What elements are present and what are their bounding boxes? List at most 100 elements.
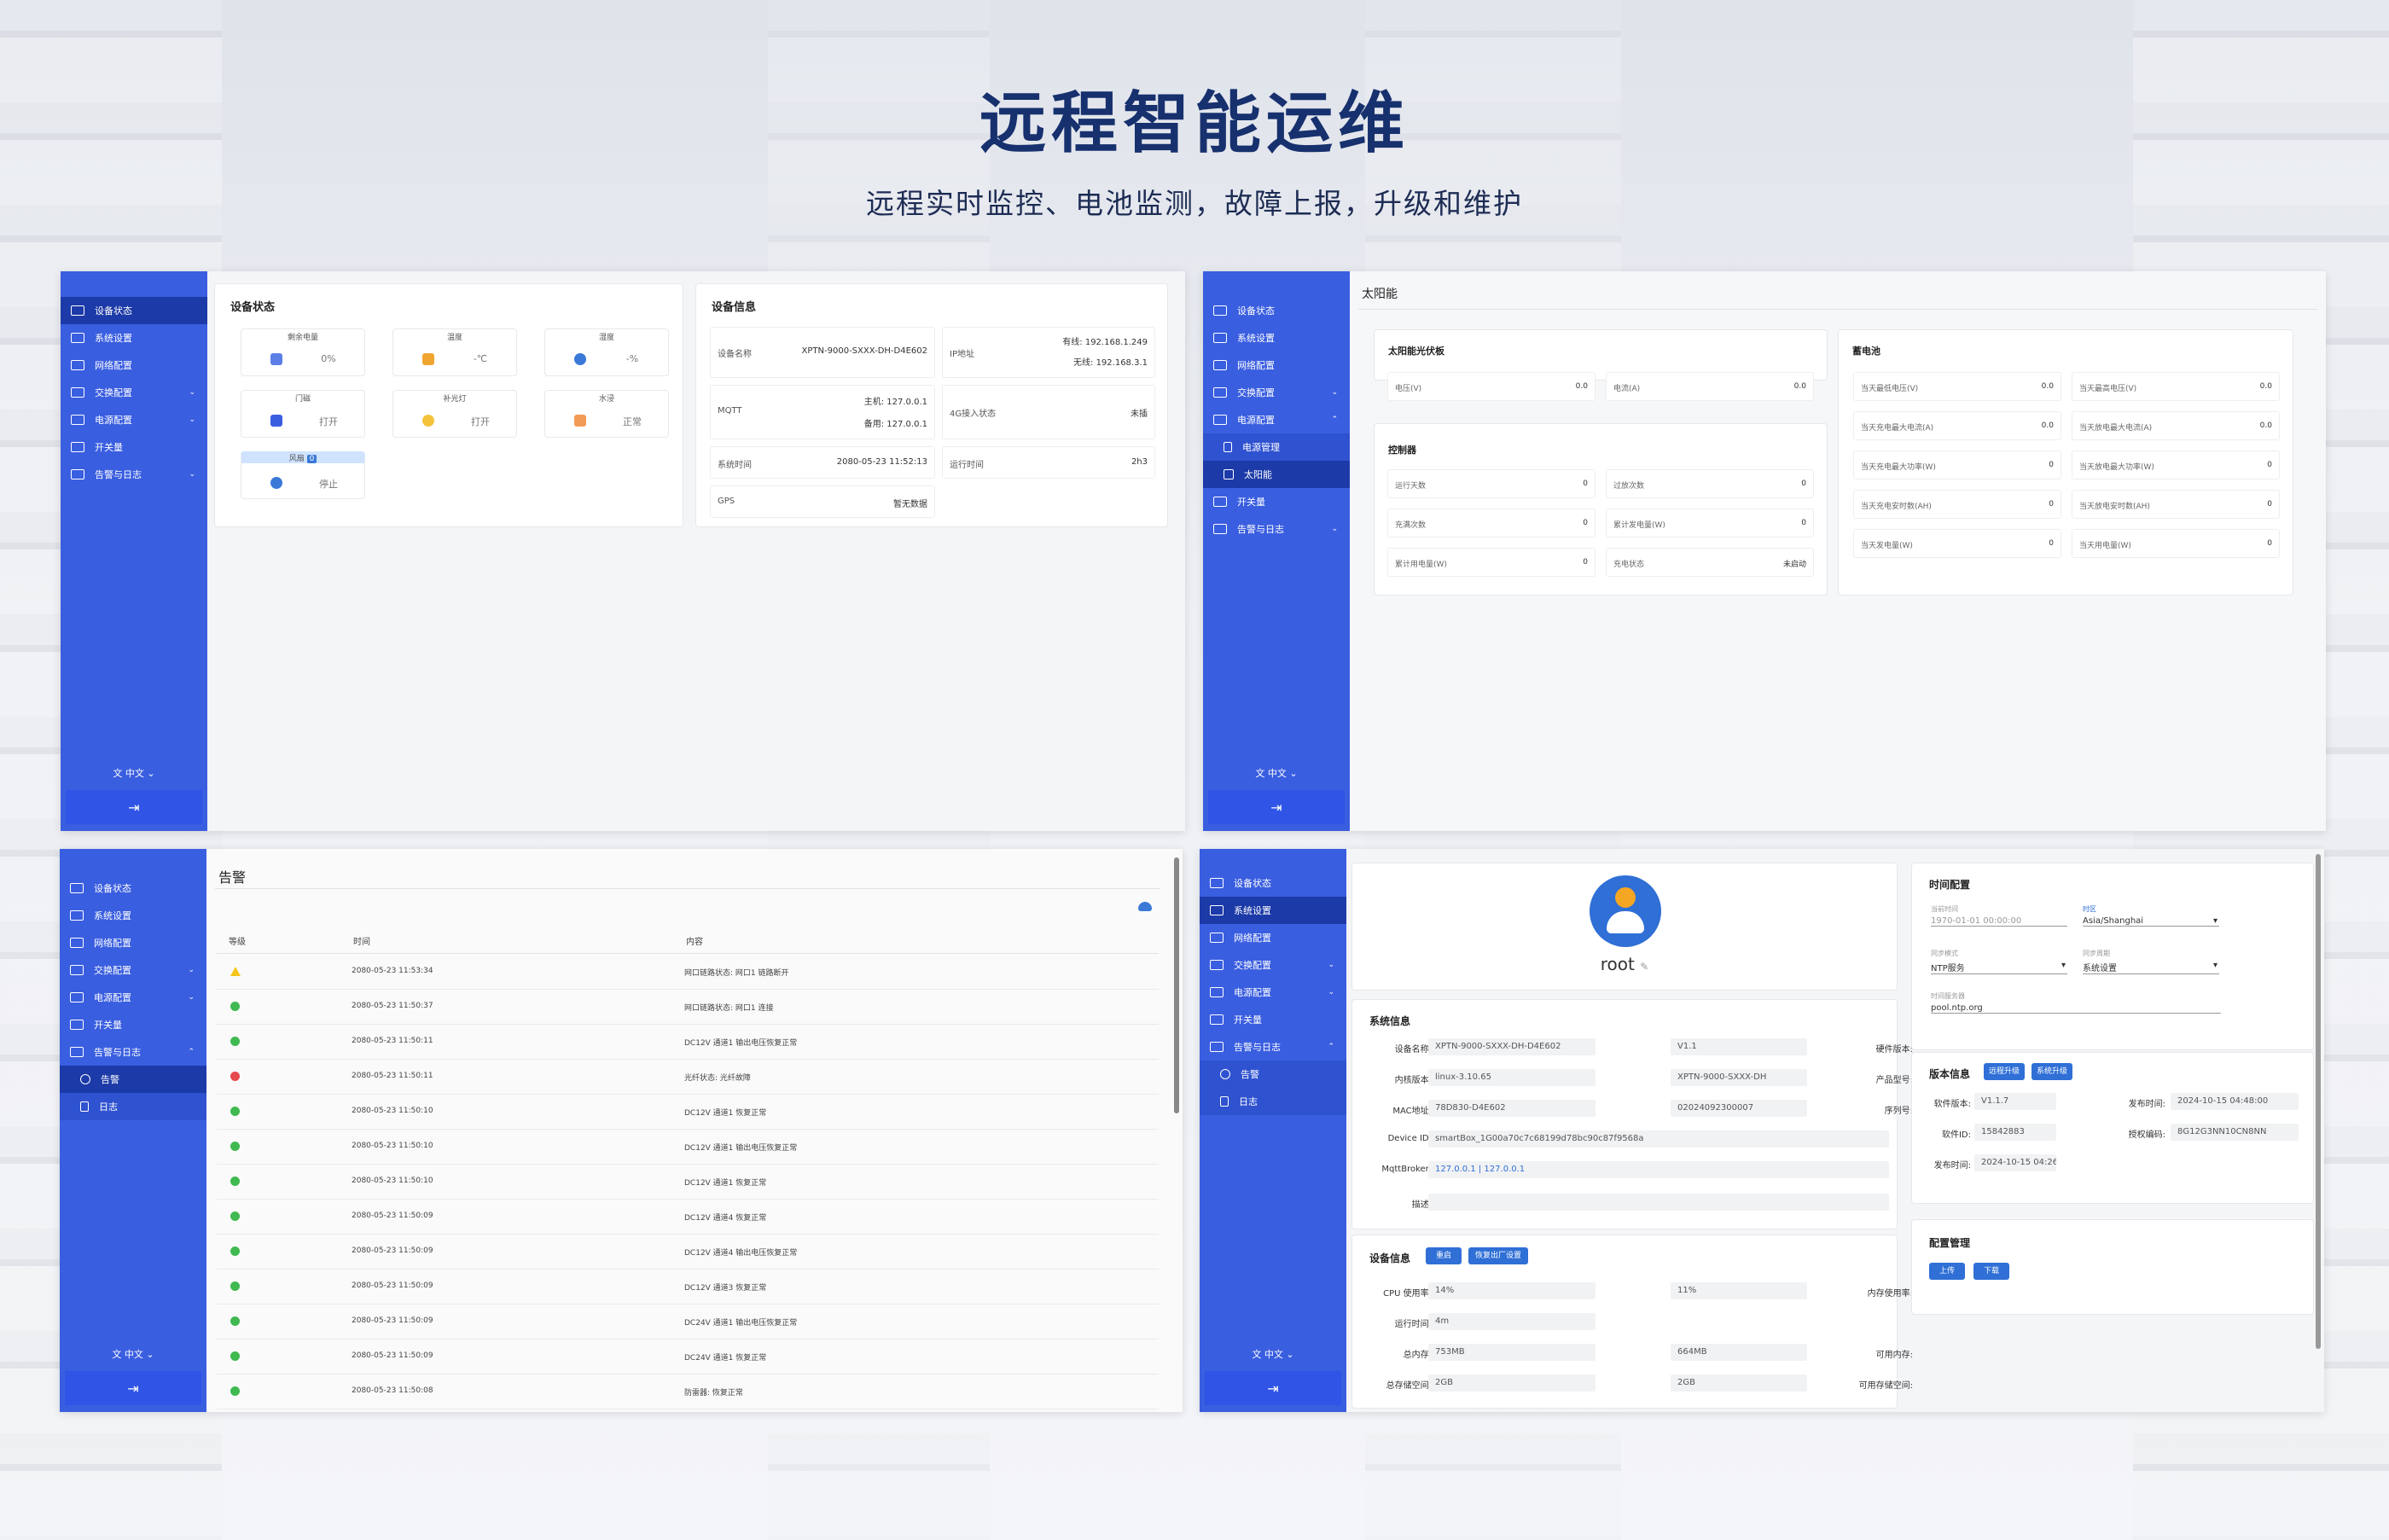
pv-current: 电流(A) 0.0: [1606, 372, 1814, 401]
ntp-server-input[interactable]: pool.ntp.org: [1931, 1003, 2221, 1014]
document-icon: [1220, 1096, 1229, 1107]
edit-icon[interactable]: ✎: [1640, 961, 1648, 973]
chevron-down-icon: ⌄: [189, 416, 195, 424]
sidebar-item-comm[interactable]: 交换配置 ⌄: [1203, 379, 1350, 406]
field-value: XPTN-9000-SXXX-DH: [1671, 1069, 1807, 1086]
sidebar-item-comm[interactable]: 交换配置 ⌄: [1200, 951, 1346, 979]
level-icon: [230, 1212, 240, 1221]
sidebar-item-alarm[interactable]: 告警与日志 ⌄: [61, 461, 207, 488]
sidebar-item-switch[interactable]: 开关量: [61, 433, 207, 461]
field-label: 授权编码:: [2128, 1130, 2165, 1140]
logout-icon: ⇥: [128, 799, 140, 816]
field-value: 127.0.0.1 | 127.0.0.1: [1428, 1161, 1889, 1178]
factory-reset-button[interactable]: 恢复出厂设置: [1468, 1247, 1528, 1264]
row-time: 2080-05-23 11:53:34: [352, 967, 433, 975]
row-content: DC12V 通道4 恢复正常: [684, 1214, 767, 1223]
tile-fan: 风扇 0 停止: [241, 451, 365, 499]
download-button[interactable]: 下载: [1973, 1263, 2009, 1280]
switch-icon: [1213, 387, 1227, 398]
metric-label: 当天放电安时数(AH): [2079, 503, 2150, 511]
system-upgrade-button[interactable]: 系统升级: [2032, 1063, 2072, 1080]
metric-label: 当天放电最大电流(A): [2079, 424, 2153, 433]
battery-icon: [270, 353, 282, 365]
upload-button[interactable]: 上传: [1929, 1263, 1965, 1280]
language-select[interactable]: 文 中文 ⌄: [61, 766, 207, 780]
field-label: MqttBroker:: [1381, 1165, 1432, 1174]
sidebar-item-comm[interactable]: 交换配置 ⌄: [61, 379, 207, 406]
toggle-icon: [71, 442, 84, 452]
sidebar-item-network[interactable]: 网络配置: [1203, 352, 1350, 379]
sidebar-item-switch[interactable]: 开关量: [60, 1011, 206, 1038]
remote-upgrade-button[interactable]: 远程升级: [1984, 1063, 2025, 1080]
table-row: 2080-05-23 11:53:34 网口链路状态: 网口1 链路断开: [217, 955, 1159, 990]
info-ip: IP地址 有线: 192.168.1.249 无线: 192.168.3.1: [942, 327, 1155, 378]
sidebar-item-solar[interactable]: 太阳能: [1203, 461, 1350, 488]
sidebar-item-switch[interactable]: 开关量: [1203, 488, 1350, 515]
sidebar-item-power[interactable]: 电源配置 ⌃: [1203, 406, 1350, 433]
tile-door: 门磁 打开: [241, 390, 365, 438]
sidebar-item-power[interactable]: 电源配置 ⌄: [60, 984, 206, 1011]
ctrl-total-use: 累计用电量(W) 0: [1387, 548, 1596, 577]
language-select[interactable]: 文 中文 ⌄: [1200, 1347, 1346, 1361]
network-icon: [71, 360, 84, 370]
sidebar-item-status[interactable]: 设备状态: [1200, 869, 1346, 897]
sidebar-item-comm[interactable]: 交换配置 ⌄: [60, 956, 206, 984]
sync-mode-select[interactable]: NTP服务 ▾: [1931, 961, 2067, 974]
scrollbar[interactable]: [1174, 857, 1179, 1113]
logout-button[interactable]: ⇥: [65, 1371, 201, 1405]
sidebar-item-network[interactable]: 网络配置: [60, 929, 206, 956]
bell-icon: [71, 469, 84, 479]
logout-button[interactable]: ⇥: [66, 790, 202, 824]
sync-cycle-select[interactable]: 系统设置 ▾: [2083, 961, 2219, 974]
caret-down-icon: ▾: [2212, 961, 2218, 970]
timezone-select[interactable]: Asia/Shanghai ▾: [2083, 916, 2219, 927]
sidebar-item-alarm-list[interactable]: 告警: [60, 1066, 206, 1093]
sidebar-item-network[interactable]: 网络配置: [61, 352, 207, 379]
level-icon: [230, 1247, 240, 1256]
sidebar-item-system[interactable]: 系统设置: [1200, 897, 1346, 924]
sidebar-item-system[interactable]: 系统设置: [1203, 324, 1350, 352]
sidebar-item-log[interactable]: 日志: [60, 1093, 206, 1120]
avatar: [1590, 875, 1661, 947]
metric-value: 0: [2049, 539, 2054, 548]
language-select[interactable]: 文 中文 ⌄: [60, 1347, 206, 1361]
banner: 远程智能运维 远程实时监控、电池监测，故障上报，升级和维护: [0, 0, 2389, 256]
sidebar-item-status[interactable]: 设备状态: [1203, 297, 1350, 324]
sidebar-item-power[interactable]: 电源配置 ⌄: [61, 406, 207, 433]
sidebar-item-power-mgmt[interactable]: 电源管理: [1203, 433, 1350, 461]
sidebar-item-alarm[interactable]: 告警与日志 ⌃: [1200, 1033, 1346, 1061]
monitor-icon: [1210, 878, 1224, 888]
field-value: 2GB: [1671, 1374, 1807, 1392]
sidebar-item-log[interactable]: 日志: [1200, 1088, 1346, 1115]
sidebar: 设备状态 系统设置 网络配置 交换配置 ⌄ 电源配置 ⌄ 开关量 告警与日志 ⌃ 告警…: [1200, 849, 1346, 1412]
metric-value: 0: [2049, 500, 2054, 508]
logout-button[interactable]: ⇥: [1208, 790, 1345, 824]
main-content: 告警 等级 时间 内容 2080-05-23 11:53:34 网口链路状态: 网…: [206, 849, 1183, 1412]
logout-button[interactable]: ⇥: [1205, 1371, 1341, 1405]
table-row: 2080-05-23 11:50:08 防雷器: 恢复正常: [217, 1374, 1159, 1409]
level-icon: [230, 1177, 240, 1186]
page-subtitle: 远程实时监控、电池监测，故障上报，升级和维护: [866, 187, 1523, 220]
cloud-download-icon[interactable]: [1138, 902, 1152, 911]
battery-metric: 当天发电量(W) 0: [1853, 529, 2061, 558]
table-row: 2080-05-23 11:50:09 DC12V 通道3 恢复正常: [217, 1270, 1159, 1305]
sidebar-item-system[interactable]: 系统设置: [61, 324, 207, 352]
sidebar-item-status[interactable]: 设备状态: [61, 297, 207, 324]
network-icon: [1210, 933, 1224, 943]
row-content: 网口链路状态: 网口1 连接: [684, 1004, 774, 1013]
table-row: 2080-05-23 11:50:11 光纤状态: 光纤故障: [217, 1060, 1159, 1095]
sidebar-item-alarm-list[interactable]: 告警: [1200, 1061, 1346, 1088]
caret-down-icon: ▾: [2212, 916, 2218, 926]
sidebar-item-power[interactable]: 电源配置 ⌄: [1200, 979, 1346, 1006]
scrollbar[interactable]: [2316, 854, 2321, 1349]
sidebar-item-alarm[interactable]: 告警与日志 ⌄: [1203, 515, 1350, 543]
sidebar-item-switch[interactable]: 开关量: [1200, 1006, 1346, 1033]
sidebar-item-system[interactable]: 系统设置: [60, 902, 206, 929]
restart-button[interactable]: 重启: [1426, 1247, 1462, 1264]
sidebar-item-network[interactable]: 网络配置: [1200, 924, 1346, 951]
language-select[interactable]: 文 中文 ⌄: [1203, 766, 1350, 780]
metric-value: 0.0: [2041, 421, 2054, 430]
sidebar-item-alarm[interactable]: 告警与日志 ⌃: [60, 1038, 206, 1066]
sidebar-item-status[interactable]: 设备状态: [60, 875, 206, 902]
field-value: 11%: [1671, 1282, 1807, 1299]
